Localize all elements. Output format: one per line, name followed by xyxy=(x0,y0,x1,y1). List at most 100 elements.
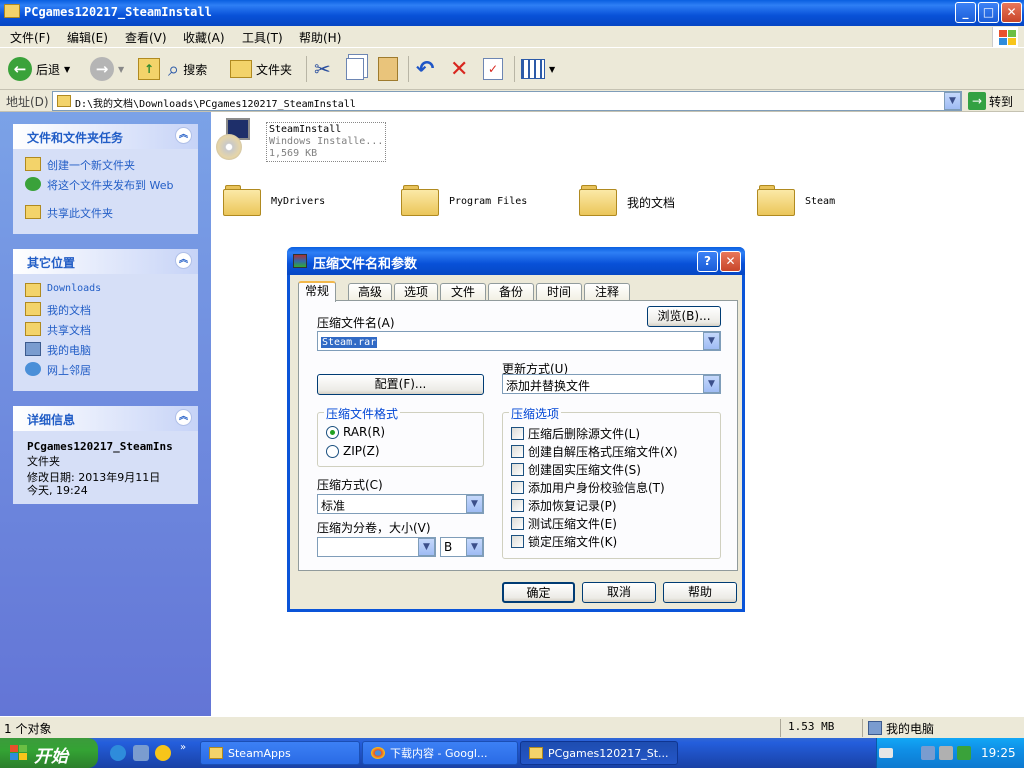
start-button[interactable]: 开始 xyxy=(0,738,98,768)
chevron-down-icon[interactable]: ▼ xyxy=(703,375,720,393)
folder-steam-icon[interactable] xyxy=(757,184,795,216)
ok-button[interactable]: 确定 xyxy=(502,582,575,603)
folder-steam-label[interactable]: Steam xyxy=(805,196,835,207)
browser-icon[interactable] xyxy=(155,745,171,761)
menu-favorites[interactable]: 收藏(A) xyxy=(183,29,225,46)
dialog-close-button[interactable]: ✕ xyxy=(720,251,741,272)
forward-dropdown-icon[interactable]: ▼ xyxy=(118,65,124,74)
folder-mydrivers-icon[interactable] xyxy=(223,184,261,216)
media-player-icon[interactable] xyxy=(133,745,149,761)
network-icon[interactable] xyxy=(921,746,935,760)
views-button[interactable]: ▼ xyxy=(521,54,555,84)
shared-documents-icon xyxy=(25,322,41,336)
file-tasks-header[interactable]: 文件和文件夹任务 ︽ xyxy=(13,124,198,149)
chevron-down-icon[interactable]: ▼ xyxy=(466,495,483,513)
cancel-button[interactable]: 取消 xyxy=(582,582,656,603)
task-explorer[interactable]: PCgames120217_St... xyxy=(520,741,678,765)
close-button[interactable]: ✕ xyxy=(1001,2,1022,23)
address-dropdown-icon[interactable]: ▼ xyxy=(944,92,961,110)
option-auth[interactable]: 添加用户身份校验信息(T) xyxy=(511,479,665,496)
split-size-combo[interactable]: ▼ xyxy=(317,537,436,557)
split-unit-select[interactable]: B ▼ xyxy=(440,537,484,557)
address-label: 地址(D) xyxy=(6,95,49,109)
menu-tools[interactable]: 工具(T) xyxy=(242,29,283,46)
paste-button[interactable] xyxy=(378,54,398,84)
option-lock[interactable]: 锁定压缩文件(K) xyxy=(511,533,617,550)
quick-launch-more-icon[interactable]: » xyxy=(180,742,186,753)
menu-file[interactable]: 文件(F) xyxy=(10,29,50,46)
forward-button[interactable]: → ▼ xyxy=(90,54,124,84)
menu-edit[interactable]: 编辑(E) xyxy=(67,29,108,46)
publish-web-link[interactable]: 将这个文件夹发布到 Web xyxy=(25,177,185,193)
cut-button[interactable]: ✂ xyxy=(314,54,331,84)
minimize-button[interactable]: _ xyxy=(955,2,976,23)
place-my-computer[interactable]: 我的电脑 xyxy=(25,342,91,358)
copy-button[interactable] xyxy=(346,54,364,84)
folder-program-files-label[interactable]: Program Files xyxy=(449,196,527,207)
chevron-down-icon[interactable]: ▼ xyxy=(418,538,435,556)
option-delete-after[interactable]: 压缩后删除源文件(L) xyxy=(511,425,640,442)
installer-icon[interactable] xyxy=(216,118,252,168)
browse-button[interactable]: 浏览(B)... xyxy=(647,306,721,327)
task-chrome-downloads[interactable]: 下载内容 - Googl... xyxy=(362,741,518,765)
archive-name-combo[interactable]: Steam.rar ▼ xyxy=(317,331,721,351)
maximize-button[interactable]: □ xyxy=(978,2,999,23)
delete-button[interactable]: ✕ xyxy=(450,54,468,84)
help-button[interactable]: 帮助 xyxy=(663,582,737,603)
new-folder-link[interactable]: 创建一个新文件夹 xyxy=(25,157,135,173)
volume-icon[interactable] xyxy=(939,746,953,760)
go-button[interactable]: → 转到 xyxy=(968,91,1013,111)
ie-icon[interactable] xyxy=(110,745,126,761)
tab-files[interactable]: 文件 xyxy=(440,283,486,301)
address-field[interactable]: D:\我的文档\Downloads\PCgames120217_SteamIns… xyxy=(52,91,962,111)
option-recovery[interactable]: 添加恢复记录(P) xyxy=(511,497,617,514)
back-dropdown-icon[interactable]: ▼ xyxy=(64,65,70,74)
share-folder-link[interactable]: 共享此文件夹 xyxy=(25,205,113,221)
back-button[interactable]: ← 后退 ▼ xyxy=(8,54,70,84)
help-question-button[interactable]: ? xyxy=(697,251,718,272)
collapse-icon[interactable]: ︽ xyxy=(175,409,192,426)
option-test[interactable]: 测试压缩文件(E) xyxy=(511,515,617,532)
window-title-bar[interactable]: PCgames120217_SteamInstall _ □ ✕ xyxy=(0,0,1024,26)
details-header[interactable]: 详细信息 ︽ xyxy=(13,406,198,431)
folder-my-documents-label[interactable]: 我的文档 xyxy=(627,194,675,211)
place-my-documents[interactable]: 我的文档 xyxy=(25,302,91,318)
profiles-button[interactable]: 配置(F)... xyxy=(317,374,484,395)
dialog-title-bar[interactable]: 压缩文件名和参数 ? ✕ xyxy=(287,247,745,275)
tab-comment[interactable]: 注释 xyxy=(584,283,630,301)
folder-my-documents-icon[interactable] xyxy=(579,184,617,216)
option-sfx[interactable]: 创建自解压格式压缩文件(X) xyxy=(511,443,678,460)
keyboard-icon[interactable] xyxy=(879,748,893,758)
folders-button[interactable]: 文件夹 xyxy=(230,54,292,84)
task-steamapps[interactable]: SteamApps xyxy=(200,741,360,765)
tab-backup[interactable]: 备份 xyxy=(488,283,534,301)
collapse-icon[interactable]: ︽ xyxy=(175,127,192,144)
chevron-down-icon[interactable]: ▼ xyxy=(703,332,720,350)
tab-general[interactable]: 常规 xyxy=(298,281,336,302)
folder-mydrivers-label[interactable]: MyDrivers xyxy=(271,196,325,207)
menu-help[interactable]: 帮助(H) xyxy=(299,29,341,46)
search-button[interactable]: ⌕ 搜索 xyxy=(168,54,207,84)
chevron-down-icon[interactable]: ▼ xyxy=(466,538,483,556)
format-rar-radio[interactable]: RAR(R) xyxy=(326,425,385,439)
place-downloads[interactable]: Downloads xyxy=(25,283,101,297)
safe-remove-icon[interactable] xyxy=(957,746,971,760)
folder-program-files-icon[interactable] xyxy=(401,184,439,216)
properties-button[interactable]: ✓ xyxy=(483,54,503,84)
collapse-icon[interactable]: ︽ xyxy=(175,252,192,269)
update-method-select[interactable]: 添加并替换文件 ▼ xyxy=(502,374,721,394)
installer-item[interactable]: SteamInstall Windows Installe... 1,569 K… xyxy=(266,122,387,162)
up-folder-button[interactable]: ↑ xyxy=(138,54,160,84)
clock[interactable]: 19:25 xyxy=(981,746,1016,760)
menu-view[interactable]: 查看(V) xyxy=(125,29,167,46)
tab-options[interactable]: 选项 xyxy=(394,283,438,301)
undo-button[interactable]: ↶ xyxy=(416,54,434,84)
format-zip-radio[interactable]: ZIP(Z) xyxy=(326,444,380,458)
tab-time[interactable]: 时间 xyxy=(536,283,582,301)
tab-advanced[interactable]: 高级 xyxy=(348,283,392,301)
place-network[interactable]: 网上邻居 xyxy=(25,362,91,378)
option-solid[interactable]: 创建固实压缩文件(S) xyxy=(511,461,641,478)
method-select[interactable]: 标准 ▼ xyxy=(317,494,484,514)
other-places-header[interactable]: 其它位置 ︽ xyxy=(13,249,198,274)
place-shared-documents[interactable]: 共享文档 xyxy=(25,322,91,338)
